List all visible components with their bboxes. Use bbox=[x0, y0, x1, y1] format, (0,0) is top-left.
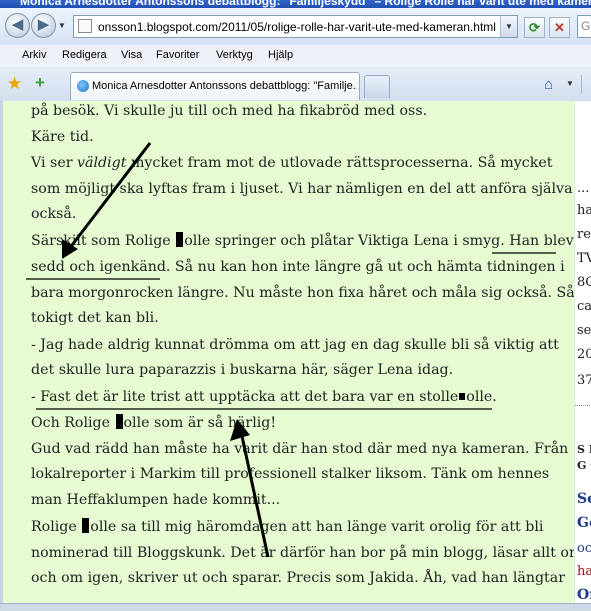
ie-page-icon bbox=[77, 80, 89, 92]
post-line: Gud vad rädd han måste ha varit där han … bbox=[31, 441, 569, 457]
page-icon bbox=[78, 19, 92, 33]
menu-visa[interactable]: Visa bbox=[121, 49, 142, 61]
post-line: Käre tid. bbox=[31, 129, 94, 145]
sidebar-text: oc bbox=[577, 541, 591, 556]
redaction-mark bbox=[459, 393, 466, 400]
sidebar-link[interactable]: Se bbox=[577, 491, 591, 507]
address-dropdown-icon[interactable]: ▼ bbox=[500, 16, 517, 37]
post-line: som möjligt ska lyftas fram i ljuset. Vi… bbox=[31, 181, 573, 197]
menu-redigera[interactable]: Redigera bbox=[62, 49, 107, 61]
favorites-star-icon[interactable]: ★ bbox=[7, 75, 22, 92]
post-text: olle. bbox=[466, 389, 497, 405]
menu-favoriter[interactable]: Favoriter bbox=[156, 49, 199, 61]
back-button[interactable]: ◀ bbox=[5, 13, 30, 38]
sidebar-text: ha bbox=[577, 564, 591, 579]
post-line: sedd och igenkänd. Så nu kan hon inte lä… bbox=[31, 259, 565, 275]
sidebar-text: TV bbox=[577, 251, 591, 266]
sidebar-text: ha bbox=[577, 203, 591, 218]
sidebar: ... ha re TV 8C ca se 20 37 S E G Ö Se G… bbox=[574, 101, 591, 610]
new-tab-button[interactable] bbox=[364, 75, 390, 98]
post-line: också. bbox=[31, 206, 77, 222]
post-line: på besök. Vi skulle ju till och med ha f… bbox=[31, 103, 428, 119]
sidebar-heading: G Ö bbox=[577, 459, 591, 472]
post-line: det skulle lura paparazzis i buskarna hä… bbox=[31, 362, 454, 378]
post-line: man Heffaklumpen hade kommit... bbox=[31, 492, 281, 508]
address-url[interactable]: onsson1.blogspot.com/2011/05/rolige-roll… bbox=[98, 20, 496, 34]
menu-arkiv[interactable]: Arkiv bbox=[22, 49, 46, 61]
post-text: olle springer och plåtar Viktiga Lena i … bbox=[184, 233, 574, 249]
post-text: olle som är så härlig! bbox=[123, 415, 277, 431]
sidebar-text: 20 bbox=[577, 347, 591, 362]
post-text: Rolige bbox=[31, 519, 82, 535]
sidebar-divider bbox=[575, 405, 591, 406]
sidebar-heading: S E bbox=[577, 443, 591, 456]
sidebar-text: 8C bbox=[577, 275, 591, 290]
page-content: på besök. Vi skulle ju till och med ha f… bbox=[0, 101, 591, 610]
sidebar-link[interactable]: Or bbox=[577, 587, 591, 603]
post-line: lokalreporter i Markim till professionel… bbox=[31, 466, 550, 482]
left-border bbox=[0, 101, 3, 610]
post-text: mycket fram mot de utlovade rättsprocess… bbox=[126, 155, 553, 171]
sidebar-text: re bbox=[577, 227, 591, 242]
history-dropdown-icon[interactable]: ▼ bbox=[58, 21, 68, 33]
post-line: tokigt det kan bli. bbox=[31, 310, 159, 326]
address-row: ◀ ▶ ▼ onsson1.blogspot.com/2011/05/rolig… bbox=[0, 8, 591, 45]
window-title: Monica Arnesdotter Antonssons debattblog… bbox=[20, 0, 591, 8]
sidebar-link[interactable]: Gö bbox=[577, 515, 591, 531]
tab-label: Monica Arnesdotter Antonssons debattblog… bbox=[92, 80, 357, 92]
post-line: - Jag hade aldrig kunnat drömma om att j… bbox=[31, 337, 559, 353]
sidebar-text: ... bbox=[577, 181, 590, 196]
window-title-bar: Monica Arnesdotter Antonssons debattblog… bbox=[0, 0, 591, 8]
forward-button[interactable]: ▶ bbox=[31, 13, 56, 38]
post-line: och om igen, skriver ut och sparar. Prec… bbox=[31, 570, 565, 586]
redaction-mark bbox=[82, 518, 90, 533]
post-text: Och Rolige bbox=[31, 415, 115, 431]
post-text: - Fast det är lite trist att upptäcka at… bbox=[31, 389, 459, 405]
address-bar[interactable]: onsson1.blogspot.com/2011/05/rolige-roll… bbox=[73, 15, 518, 38]
menu-verktyg[interactable]: Verktyg bbox=[216, 49, 253, 61]
stop-button[interactable]: ✕ bbox=[549, 17, 570, 38]
tab-bar: ★ + Monica Arnesdotter Antonssons debatt… bbox=[0, 67, 591, 102]
sidebar-text: se bbox=[577, 323, 591, 338]
post-emphasis: väldigt bbox=[77, 155, 127, 171]
refresh-button[interactable]: ⟳ bbox=[524, 17, 545, 38]
menu-hjalp[interactable]: Hjälp bbox=[268, 49, 293, 61]
sidebar-text: 37 bbox=[577, 373, 591, 388]
add-favorite-icon[interactable]: + bbox=[35, 74, 45, 91]
post-text: Vi ser bbox=[31, 155, 78, 171]
post-line: Rolige olle sa till mig häromdagen att h… bbox=[31, 515, 543, 539]
post-line: bara morgonrocken längre. Nu måste hon f… bbox=[31, 285, 575, 301]
post-line: - Fast det är lite trist att upptäcka at… bbox=[31, 385, 497, 409]
post-line: Särskilt som Rolige olle springer och pl… bbox=[31, 229, 574, 253]
post-line: Vi ser väldigt mycket fram mot de utlova… bbox=[31, 151, 552, 175]
post-line: Och Rolige olle som är så härlig! bbox=[31, 411, 276, 435]
post-line: nominerad till Bloggskunk. Det är därför… bbox=[31, 545, 583, 561]
tab-active[interactable]: Monica Arnesdotter Antonssons debattblog… bbox=[70, 72, 360, 100]
search-input[interactable]: G bbox=[577, 15, 591, 38]
redaction-mark bbox=[176, 232, 184, 247]
sidebar-text: ca bbox=[577, 299, 591, 314]
post-text: olle sa till mig häromdagen att han läng… bbox=[90, 519, 544, 535]
menu-bar: Arkiv Redigera Visa Favoriter Verktyg Hj… bbox=[0, 45, 591, 68]
redaction-mark bbox=[115, 414, 123, 429]
home-icon[interactable]: ⌂ bbox=[544, 76, 553, 93]
post-text: Särskilt som Rolige bbox=[31, 233, 176, 249]
home-dropdown-icon[interactable]: ▼ bbox=[566, 79, 574, 88]
toolbar-separator bbox=[581, 75, 582, 93]
